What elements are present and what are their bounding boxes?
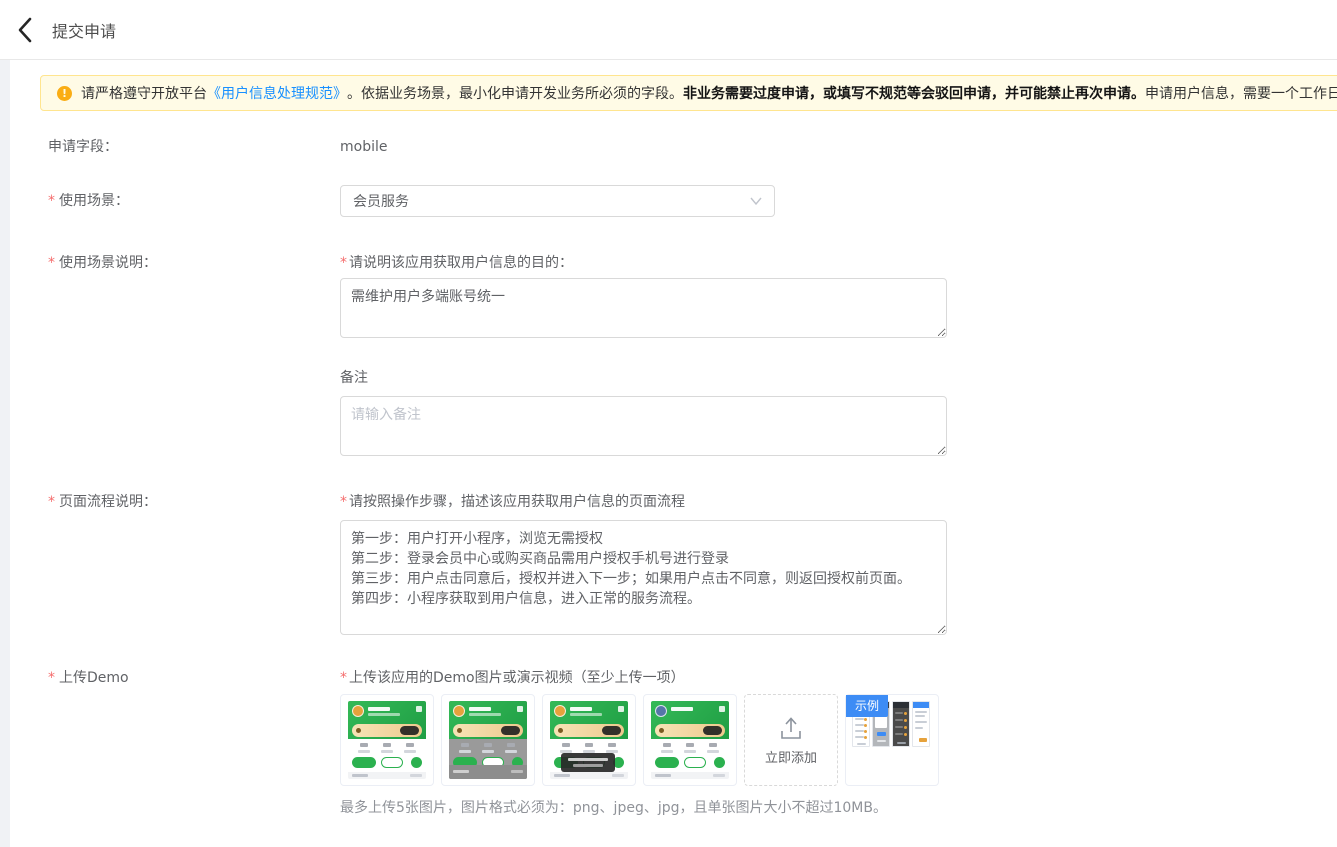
upload-demo-label: 上传Demo <box>59 670 129 686</box>
demo-thumbnail-image <box>449 701 527 779</box>
required-mark: * <box>48 255 55 271</box>
apply-field-value: mobile <box>340 139 387 155</box>
warning-alert: 请严格遵守开放平台《用户信息处理规范》。依据业务场景，最小化申请开发业务所必须的… <box>40 75 1337 111</box>
alert-text-bold: 非业务需要过度申请，或填写不规范等会驳回申请，并可能禁止再次申请。 <box>683 83 1145 103</box>
demo-thumbnail-2[interactable] <box>441 694 535 786</box>
required-mark: * <box>340 255 347 271</box>
demo-thumbnail-image <box>651 701 729 779</box>
form-row-page-flow: *页面流程说明： *请按照操作步骤，描述该应用获取用户信息的页面流程 第一步：用… <box>40 492 1337 635</box>
page-flow-label: 页面流程说明： <box>59 494 157 510</box>
upload-demo-sub-label: *上传该应用的Demo图片或演示视频（至少上传一项） <box>340 668 1337 688</box>
chevron-down-icon <box>750 197 762 205</box>
scene-desc-textarea[interactable]: 需维护用户多端账号统一 <box>340 278 947 338</box>
demo-thumbnail-1[interactable] <box>340 694 434 786</box>
upload-add-button[interactable]: 立即添加 <box>744 694 838 786</box>
use-scene-select[interactable]: 会员服务 <box>340 185 775 217</box>
example-card[interactable]: 示例 <box>845 694 939 786</box>
use-scene-label: 使用场景： <box>59 193 129 209</box>
alert-text-1: 请严格遵守开放平台 <box>81 83 207 103</box>
required-mark: * <box>48 670 55 686</box>
use-scene-selected-value: 会员服务 <box>353 191 750 211</box>
page-header: 提交申请 <box>0 0 1337 60</box>
upload-add-label: 立即添加 <box>765 747 817 766</box>
required-mark: * <box>340 494 347 510</box>
demo-thumbnail-image <box>348 701 426 779</box>
scene-desc-sub-label: *请说明该应用获取用户信息的目的： <box>340 253 1337 273</box>
remark-label: 备注 <box>340 368 1337 388</box>
user-info-rules-link[interactable]: 《用户信息处理规范》 <box>207 83 347 103</box>
required-mark: * <box>48 494 55 510</box>
form-row-apply-field: 申请字段： mobile <box>40 137 1337 157</box>
exclamation-circle-icon <box>57 86 72 101</box>
form-row-scene-desc: *使用场景说明： *请说明该应用获取用户信息的目的： 需维护用户多端账号统一 <box>40 253 1337 338</box>
page-flow-textarea[interactable]: 第一步：用户打开小程序，浏览无需授权 第二步：登录会员中心或购买商品需用户授权手… <box>340 520 947 635</box>
upload-hint: 最多上传5张图片，图片格式必须为：png、jpeg、jpg，且单张图片大小不超过… <box>340 798 1337 818</box>
required-mark: * <box>48 193 55 209</box>
alert-text-3: 申请用户信息，需要一个工作日左右的审核时间，请耐 <box>1145 83 1337 103</box>
example-badge: 示例 <box>846 695 888 717</box>
content-panel: 请严格遵守开放平台《用户信息处理规范》。依据业务场景，最小化申请开发业务所必须的… <box>10 60 1337 847</box>
form-row-upload-demo: *上传Demo *上传该应用的Demo图片或演示视频（至少上传一项） <box>40 668 1337 818</box>
scene-desc-label: 使用场景说明： <box>59 255 157 271</box>
demo-thumbnail-4[interactable] <box>643 694 737 786</box>
required-mark: * <box>340 670 347 686</box>
alert-text-2: 。依据业务场景，最小化申请开发业务所必须的字段。 <box>347 83 683 103</box>
apply-field-label: 申请字段： <box>48 137 340 157</box>
demo-thumbnail-3[interactable] <box>542 694 636 786</box>
chevron-left-icon <box>17 17 33 43</box>
page-flow-sub-label: *请按照操作步骤，描述该应用获取用户信息的页面流程 <box>340 492 1337 512</box>
demo-thumbnail-image <box>550 701 628 779</box>
form-row-remark: 备注 <box>40 368 1337 456</box>
page-title: 提交申请 <box>52 18 116 42</box>
form-row-use-scene: *使用场景： 会员服务 <box>40 185 1337 217</box>
upload-thumbnail-list: 立即添加 示例 <box>340 694 1337 786</box>
back-button[interactable] <box>10 15 40 45</box>
remark-textarea[interactable] <box>340 396 947 456</box>
upload-icon <box>776 715 806 741</box>
